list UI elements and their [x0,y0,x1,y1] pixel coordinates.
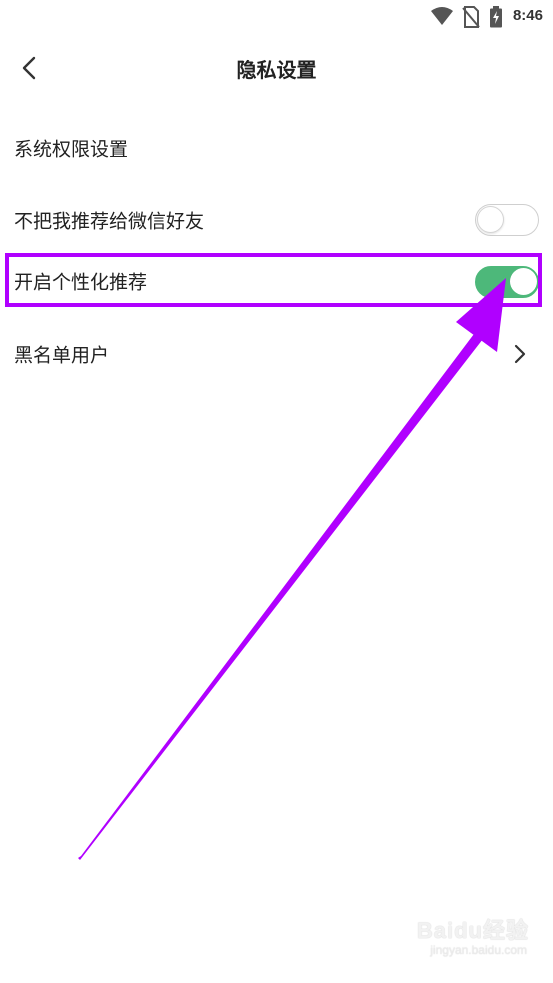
hide-from-wechat-friends-label: 不把我推荐给微信好友 [14,210,205,233]
system-permission-settings-label: 系统权限设置 [14,138,129,161]
battery-charging-icon [489,6,503,32]
blacklist-users-label: 黑名单用户 [14,344,110,367]
personalized-recommendation-label: 开启个性化推荐 [14,271,148,294]
status-time: 8:46 [512,7,543,24]
watermark-url: jingyan.baidu.com [430,943,527,957]
toggle-knob [477,206,504,233]
hide-from-wechat-friends-toggle[interactable] [475,204,539,236]
chevron-right-icon [513,343,527,365]
blacklist-users-item[interactable]: 黑名单用户 [0,324,553,384]
hide-from-wechat-friends-item: 不把我推荐给微信好友 [0,190,553,250]
page-title: 隐私设置 [236,58,317,82]
watermark-logo: Baidu经验 [416,918,529,943]
status-bar: 8:46 [0,0,553,34]
no-sim-icon [462,6,480,32]
header: 隐私设置 [0,40,553,96]
personalized-recommendation-item: 开启个性化推荐 [0,251,553,311]
watermark: Baidu经验 jingyan.baidu.com [409,913,529,967]
system-permission-settings-item[interactable]: 系统权限设置 [0,118,553,178]
wifi-icon [430,6,454,30]
toggle-knob [510,268,537,295]
personalized-recommendation-toggle[interactable] [475,266,539,298]
